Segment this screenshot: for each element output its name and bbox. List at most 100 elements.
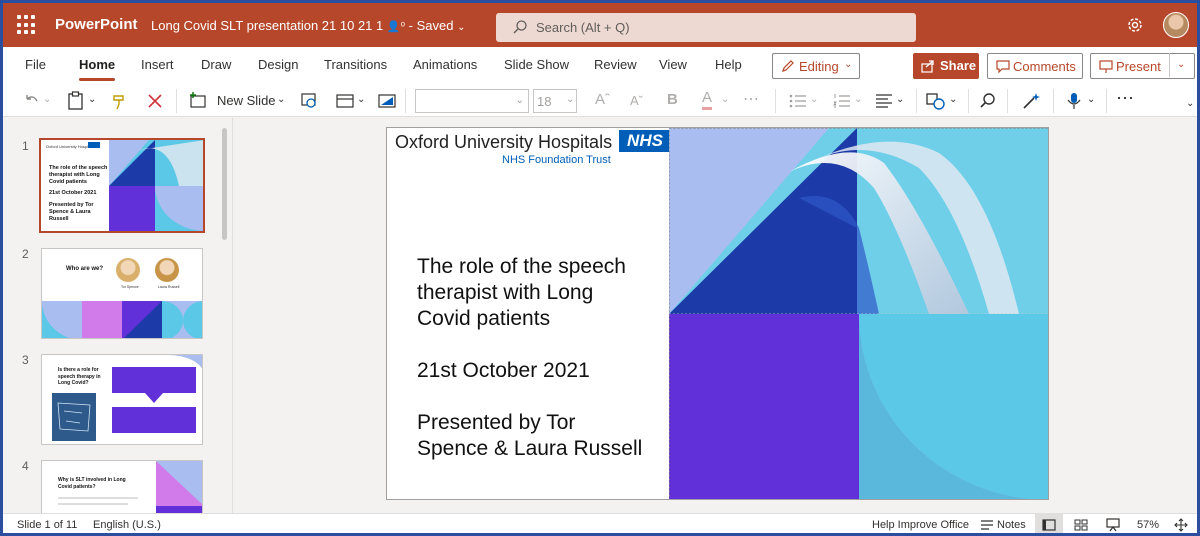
divider [968,89,969,113]
thumbnail-scrollbar[interactable] [222,128,227,240]
delete-icon[interactable] [146,91,164,111]
divider [176,89,177,113]
avatar[interactable] [1163,12,1189,38]
notes-button[interactable]: Notes [997,519,1026,531]
chevron-down-icon[interactable]: ⌄ [949,94,957,114]
format-background-icon[interactable] [377,91,397,111]
chevron-down-icon[interactable]: ⌄ [277,94,285,114]
slide-date[interactable]: 21st October 2021 [417,358,590,384]
paste-icon[interactable] [67,91,85,111]
reuse-slides-icon[interactable] [299,91,319,111]
comment-icon [996,60,1010,73]
tab-insert[interactable]: Insert [141,57,174,72]
numbering-icon[interactable] [832,91,852,111]
language[interactable]: English (U.S.) [93,519,161,531]
tab-transitions[interactable]: Transitions [324,57,387,72]
tab-animations[interactable]: Animations [413,57,477,72]
format-painter-icon[interactable] [111,91,129,111]
comments-label: Comments [1013,59,1076,74]
divider [775,89,776,113]
chevron-down-icon[interactable]: ⌄ [43,94,51,114]
tab-help[interactable]: Help [715,57,742,72]
tab-home[interactable]: Home [79,57,116,81]
search-input[interactable]: Search (Alt + Q) [496,13,916,42]
thumbnail-date: 21st October 2021 [49,190,97,196]
slide-title-line[interactable]: The role of the speech [417,254,626,280]
align-icon[interactable] [874,91,894,111]
gear-icon[interactable] [1125,15,1145,35]
notes-icon[interactable] [980,519,994,531]
font-name-input[interactable]: ⌄ [415,89,529,113]
slide-thumbnail-2[interactable]: Who are we? Tor Spence Laura Russell [41,248,203,339]
bullets-icon[interactable] [788,91,808,111]
search-icon [513,20,527,34]
chevron-down-icon[interactable]: ⌄ [896,94,904,114]
slide-canvas[interactable]: Oxford University Hospitals NHS NHS Foun… [386,127,1049,500]
editing-mode-button[interactable]: Editing ⌄ [772,53,860,79]
slide-presenter-line[interactable]: Presented by Tor [417,410,575,436]
shapes-icon[interactable] [925,91,947,111]
bold-icon[interactable]: B [667,91,678,111]
org-name: Oxford University Hospitals [395,132,613,152]
chevron-down-icon[interactable]: ⌄ [357,94,365,114]
ribbon-toolbar: ⌄ ⌄ New Slide ⌄ ⌄ ⌄ 18 ⌄ Aˆ Aˇ B A ⌄ ⋯ ⌄… [3,85,1197,117]
font-size-input[interactable]: 18 ⌄ [533,89,577,113]
nhs-logo-thumb [88,142,100,148]
thumbnail-number: 2 [22,247,29,261]
tab-slide-show[interactable]: Slide Show [504,57,569,72]
more-font-options-icon[interactable]: ⋯ [743,89,760,109]
slide-title-line[interactable]: therapist with Long [417,280,593,306]
slide-presenter-line[interactable]: Spence & Laura Russell [417,436,642,462]
grow-font-icon[interactable]: Aˆ [595,91,610,111]
fit-to-window-icon[interactable] [1174,518,1188,532]
chevron-down-icon[interactable]: ⌄ [1186,98,1194,118]
normal-view-button[interactable] [1035,514,1063,533]
new-slide-icon[interactable] [188,91,208,111]
tab-view[interactable]: View [659,57,687,72]
shrink-font-icon[interactable]: Aˇ [630,93,643,113]
pencil-icon [782,60,794,72]
slide-title-line[interactable]: Covid patients [417,306,550,332]
app-name[interactable]: PowerPoint [55,16,138,33]
tab-file[interactable]: File [25,57,46,72]
tab-review[interactable]: Review [594,57,637,72]
ribbon-tabs: File Home Insert Draw Design Transitions… [3,47,1197,85]
divider [405,89,406,113]
chevron-down-icon[interactable]: ⌄ [1177,59,1185,70]
zoom-level[interactable]: 57% [1137,519,1159,531]
arrow-down-icon [145,393,163,403]
divider [1007,89,1008,113]
title-bar: PowerPoint Long Covid SLT presentation 2… [3,3,1197,47]
share-button[interactable]: Share [913,53,979,79]
chevron-down-icon[interactable]: ⌄ [810,94,818,114]
tab-draw[interactable]: Draw [201,57,231,72]
designer-icon[interactable] [1021,91,1041,111]
app-window: PowerPoint Long Covid SLT presentation 2… [0,0,1200,536]
slide-thumbnail-3[interactable]: Is there a role for speech therapy in Lo… [41,354,203,445]
chevron-down-icon[interactable]: ⌄ [1087,94,1095,114]
layout-icon[interactable] [335,91,355,111]
comments-button[interactable]: Comments [987,53,1083,79]
undo-icon[interactable] [21,91,41,111]
more-options-icon[interactable]: ⋯ [1116,88,1134,108]
font-color-icon[interactable]: A [702,90,713,110]
tab-design[interactable]: Design [258,57,298,72]
thumbnail-number: 4 [22,459,29,473]
chevron-down-icon[interactable]: ⌄ [721,94,729,114]
dictate-icon[interactable] [1065,91,1083,111]
help-improve-office[interactable]: Help Improve Office [872,519,969,531]
divider [916,89,917,113]
chevron-down-icon[interactable]: ⌄ [88,94,96,114]
chevron-down-icon[interactable]: ⌄ [854,94,862,114]
slide-thumbnail-4[interactable]: Why is SLT involved in Long Covid patien… [41,460,203,520]
document-title[interactable]: Long Covid SLT presentation 21 10 21 1 👤… [151,18,465,33]
trust-name: NHS Foundation Trust [502,154,611,166]
new-slide-label[interactable]: New Slide [217,93,276,113]
present-button[interactable]: Present ⌄ [1090,53,1195,79]
reading-view-icon[interactable] [1106,518,1120,532]
thumbnail-number: 3 [22,353,29,367]
slide-sorter-icon[interactable] [1074,519,1088,531]
app-launcher-icon[interactable] [17,15,37,35]
slide-thumbnail-1[interactable]: Oxford University Hospitals The role of … [39,138,205,233]
find-icon[interactable] [978,91,998,111]
